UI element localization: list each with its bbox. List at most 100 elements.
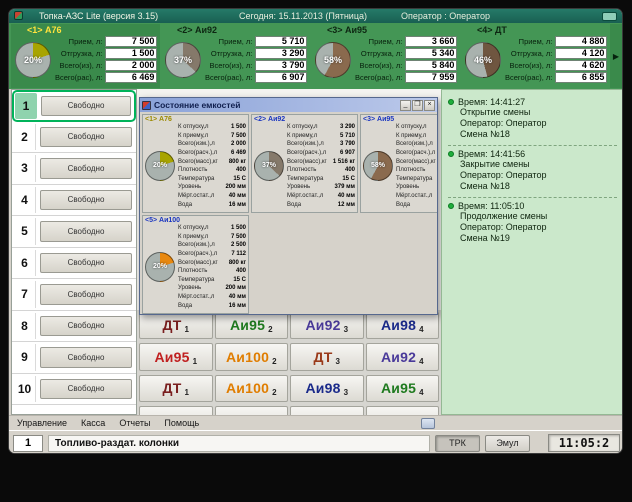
fuel-button[interactable]: Аи100 2	[214, 343, 288, 371]
tank-detail-panel-1: <1> А76 20% К отпуску,л 1 500 К приему,л 7…	[142, 114, 249, 213]
field-value: 6 855	[555, 72, 608, 83]
pump-row-4[interactable]: 4 Свободно	[12, 185, 136, 216]
fuel-button[interactable]: Аи95 1	[139, 343, 213, 371]
pump-status-button[interactable]: Свободно	[40, 189, 132, 210]
fuel-button[interactable]	[139, 406, 213, 415]
pump-row-9[interactable]: 9 Свободно	[12, 342, 136, 374]
field-label: Всего(из), л:	[509, 61, 553, 70]
event-line: Оператор: Оператор	[460, 118, 547, 128]
tank-percent-label: 20%	[152, 263, 167, 271]
fuel-label: ДТ	[313, 348, 333, 365]
field-label: Отгрузка, л:	[510, 49, 553, 58]
pump-status-button[interactable]: Свободно	[40, 221, 132, 242]
tank-level-pie: 20%	[145, 150, 175, 181]
pump-row-2[interactable]: 2 Свободно	[12, 122, 136, 153]
tank-fields: К отпуску,л 3 290 К приему,л 5 710 Всего(и…	[287, 123, 355, 209]
maximize-button[interactable]: ❐	[412, 99, 423, 111]
keyboard-icon[interactable]	[421, 418, 435, 429]
pump-status-button[interactable]: Свободно	[40, 315, 132, 336]
tank-level-pie: 20%	[145, 251, 175, 282]
field-label: Прием, л:	[218, 37, 253, 46]
fuel-button[interactable]: Аи92 3	[290, 311, 364, 339]
field-value: 15 С	[233, 175, 246, 182]
tank-level-pie: 58%	[363, 150, 393, 181]
strip-scroll-right-button[interactable]: ▶	[610, 24, 622, 88]
tank-window-titlebar[interactable]: Состояние емкостей _ ❐ ×	[140, 98, 437, 112]
field-label: Плотность	[178, 268, 208, 275]
field-label: Всего(масс),кг	[178, 259, 218, 266]
pump-row-8[interactable]: 8 Свободно	[12, 311, 136, 342]
fuel-button[interactable]: ДТ 3	[290, 343, 364, 371]
shift-log-panel: Время: 14:41:27 Открытие смены Оператор:…	[441, 89, 622, 415]
fuel-button[interactable]	[365, 406, 439, 415]
menu-pomosch[interactable]: Помощь	[164, 418, 199, 428]
pump-status-button[interactable]: Свободно	[41, 96, 131, 116]
pump-row-3[interactable]: 3 Свободно	[12, 153, 136, 185]
field-label: Отгрузка, л:	[360, 49, 403, 58]
field-value: 15 С	[342, 175, 355, 182]
event-line: Открытие смены	[460, 107, 531, 117]
tank-summary-panel-1[interactable]: <1> А76 20% Прием, л: 7 500 Отгрузка, л: 1…	[11, 24, 160, 88]
field-label: Всего(изм.),л	[287, 141, 324, 148]
titlebar-date: Сегодня: 15.11.2013 (Пятница)	[239, 11, 367, 21]
fuel-button[interactable]: Аи92 4	[365, 343, 439, 371]
fuel-button[interactable]: Аи98 3	[290, 374, 364, 402]
fuel-button[interactable]: Аи95 4	[365, 374, 439, 402]
tank-summary-panel-3[interactable]: <3> Аи95 58% Прием, л: 3 660 Отгрузка, л:…	[311, 24, 460, 88]
pump-status-button[interactable]: Свободно	[40, 126, 132, 147]
pump-status-button[interactable]: Свободно	[40, 378, 132, 399]
pump-status-button[interactable]: Свободно	[40, 158, 132, 179]
app-window: Топка-АЗС Lite (версия 3.15) Сегодня: 15…	[8, 8, 623, 454]
field-label: Прием, л:	[368, 37, 403, 46]
field-label: Отгрузка, л:	[60, 49, 103, 58]
field-value: 1 500	[230, 225, 246, 232]
pump-status-button[interactable]: Свободно	[40, 252, 132, 273]
tank-title: <2> Аи92	[254, 116, 286, 123]
tank-level-pie: 46%	[465, 41, 501, 78]
fuel-button[interactable]	[290, 406, 364, 415]
field-label: Уровень	[178, 285, 202, 292]
tank-summary-panel-2[interactable]: <2> Аи92 37% Прием, л: 5 710 Отгрузка, л:…	[161, 24, 310, 88]
pump-row-5[interactable]: 5 Свободно	[12, 216, 136, 248]
statusbar-label: Топливо-раздат. колонки	[48, 434, 430, 452]
menu-upravlenie[interactable]: Управление	[17, 418, 67, 428]
tank-summary-panel-4[interactable]: <4> ДТ 46% Прием, л: 4 880 Отгрузка, л: 4 …	[461, 24, 610, 88]
close-button[interactable]: ×	[424, 99, 435, 111]
field-label: Всего(из), л:	[59, 61, 103, 70]
nozzle-number: 3	[343, 325, 349, 335]
menu-kassa[interactable]: Касса	[81, 418, 105, 428]
tank-percent-label: 20%	[152, 162, 167, 170]
nozzle-number: 4	[419, 388, 424, 398]
fuel-button[interactable]	[214, 406, 288, 415]
field-value: 3 790	[255, 60, 308, 71]
tank-fields: К отпуску,л5 340 К приему,л3 660 Всего(и…	[396, 123, 437, 209]
field-label: Вода	[396, 201, 411, 208]
pump-status-button[interactable]: Свободно	[40, 284, 132, 305]
tank-percent-label: 20%	[23, 54, 42, 65]
emul-button[interactable]: Эмул	[485, 434, 530, 452]
menu-otchety[interactable]: Отчеты	[119, 418, 150, 428]
pump-row-7[interactable]: 7 Свободно	[12, 279, 136, 311]
field-label: Температура	[178, 276, 215, 283]
pump-row-10[interactable]: 10 Свободно	[12, 374, 136, 405]
pump-row-1[interactable]: 1 Свободно	[12, 90, 136, 122]
fuel-button[interactable]: Аи100 2	[214, 374, 288, 402]
fuel-button[interactable]: ДТ 1	[139, 374, 213, 402]
nozzle-number: 4	[419, 356, 424, 366]
pump-status-button[interactable]: Свободно	[40, 347, 132, 368]
pump-number: 3	[14, 155, 36, 182]
fuel-button[interactable]: Аи95 2	[214, 311, 288, 339]
menubar: Управление Касса Отчеты Помощь	[9, 415, 622, 430]
fuel-label: Аи92	[305, 317, 341, 334]
fuel-button[interactable]: ДТ 1	[139, 311, 213, 339]
trk-button[interactable]: ТРК	[435, 434, 480, 452]
field-value: 3 790	[339, 141, 355, 148]
fuel-button[interactable]: Аи98 4	[365, 311, 439, 339]
pump-row-6[interactable]: 6 Свободно	[12, 248, 136, 279]
titlebar-button[interactable]	[602, 11, 617, 21]
selected-pump-number: 1	[13, 434, 43, 452]
minimize-button[interactable]: _	[400, 99, 411, 111]
event-time: Время: 11:05:10	[458, 201, 525, 211]
tank-title: <1> А76	[27, 25, 62, 35]
field-label: Температура	[396, 175, 433, 182]
